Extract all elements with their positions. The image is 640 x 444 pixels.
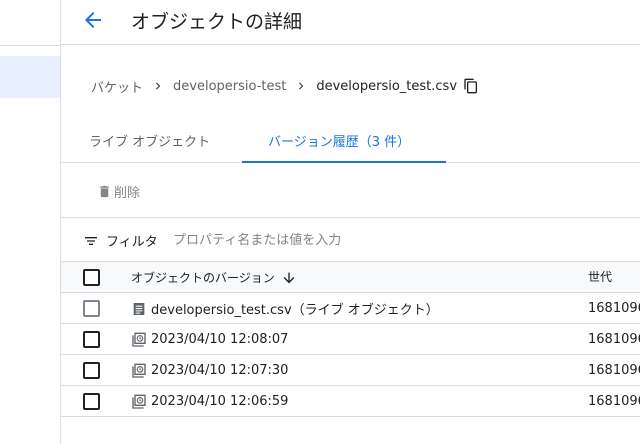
version-name[interactable]: developersio_test.csv（ライブ オブジェクト）	[151, 299, 439, 318]
breadcrumb-current-object: developersio_test.csv	[316, 78, 458, 94]
table-row[interactable]: 2023/04/10 12:08:07 1681096	[61, 324, 640, 355]
versions-table: オブジェクトのバージョン 世代 developersio_test.csv（ライ…	[61, 262, 640, 417]
row-checkbox[interactable]	[83, 393, 100, 410]
column-header-generation[interactable]: 世代	[588, 262, 612, 293]
column-header-version[interactable]: オブジェクトのバージョン	[131, 262, 297, 293]
table-row[interactable]: developersio_test.csv（ライブ オブジェクト） 168109…	[61, 293, 640, 324]
version-name[interactable]: 2023/04/10 12:08:07	[151, 332, 288, 347]
table-row[interactable]: 2023/04/10 12:07:30 1681096	[61, 355, 640, 386]
breadcrumb-buckets[interactable]: バケット	[91, 77, 143, 96]
copy-icon[interactable]	[463, 78, 479, 94]
tab-live-object[interactable]: ライブ オブジェクト	[89, 125, 210, 163]
page-header: オブジェクトの詳細	[61, 0, 640, 45]
version-name[interactable]: 2023/04/10 12:07:30	[151, 363, 288, 378]
version-generation: 1681096	[588, 363, 640, 378]
version-generation: 1681096	[588, 394, 640, 409]
history-icon	[132, 394, 146, 409]
table-header-row: オブジェクトのバージョン 世代	[61, 262, 640, 293]
select-all-checkbox[interactable]	[83, 269, 100, 286]
history-icon	[132, 332, 146, 347]
version-generation: 1681096	[588, 332, 640, 347]
version-name-cell: 2023/04/10 12:07:30	[131, 355, 288, 386]
trash-icon	[100, 185, 109, 198]
delete-button-label: 削除	[114, 186, 141, 201]
main-content: オブジェクトの詳細 バケット developersio-test develop…	[61, 0, 640, 444]
history-icon	[132, 363, 146, 378]
row-checkbox[interactable]	[83, 331, 100, 348]
filter-bar: フィルタ	[61, 218, 640, 262]
document-icon	[133, 302, 145, 315]
filter-label: フィルタ	[106, 235, 158, 250]
arrow-down-icon[interactable]	[281, 270, 297, 286]
left-navigation	[0, 0, 61, 444]
delete-button[interactable]: 削除	[97, 182, 140, 201]
nav-divider	[0, 45, 61, 46]
chevron-right-icon	[156, 82, 161, 90]
row-checkbox[interactable]	[83, 362, 100, 379]
version-generation: 1681096	[588, 301, 640, 316]
arrow-back-icon[interactable]	[81, 8, 105, 32]
table-row[interactable]: 2023/04/10 12:06:59 1681096	[61, 386, 640, 417]
breadcrumb: バケット developersio-test developersio_test…	[91, 76, 479, 96]
tab-bar: ライブ オブジェクト バージョン履歴（3 件）	[61, 125, 640, 163]
tab-version-history[interactable]: バージョン履歴（3 件）	[242, 125, 446, 163]
version-name-cell: 2023/04/10 12:06:59	[131, 386, 288, 417]
version-name-cell: 2023/04/10 12:08:07	[131, 324, 288, 355]
filter-icon[interactable]	[83, 233, 99, 249]
chevron-right-icon	[299, 82, 304, 90]
filter-input[interactable]	[173, 229, 553, 251]
action-bar: 削除	[61, 163, 640, 218]
version-name-cell: developersio_test.csv（ライブ オブジェクト）	[131, 293, 439, 324]
row-checkbox[interactable]	[83, 300, 100, 317]
nav-selected-item[interactable]	[0, 56, 60, 98]
column-header-version-label: オブジェクトのバージョン	[131, 271, 275, 285]
breadcrumb-bucket-name[interactable]: developersio-test	[173, 79, 286, 94]
page-title: オブジェクトの詳細	[131, 11, 303, 33]
version-name[interactable]: 2023/04/10 12:06:59	[151, 394, 288, 409]
